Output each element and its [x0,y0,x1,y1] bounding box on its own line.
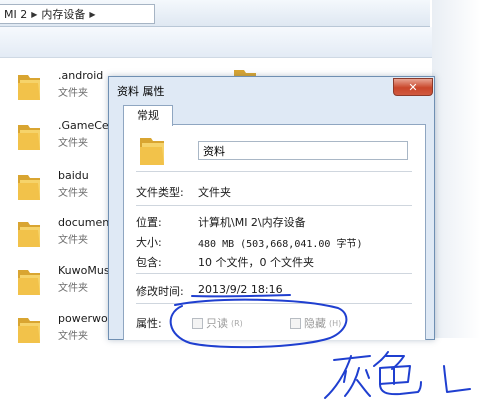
file-name: powerwor [58,312,113,325]
folder-icon [140,138,164,165]
file-name: KuwoMusi [58,264,113,277]
size-label: 大小: [136,236,162,249]
divider [136,205,412,206]
file-type: 文件夹 [58,138,88,149]
tab-general[interactable]: 常规 [123,105,173,126]
type-value: 文件夹 [198,186,231,199]
toolbar [0,27,432,58]
file-type: 文件夹 [58,331,88,342]
size-value: 480 MB (503,668,041.00 字节) [198,239,363,250]
modified-value: 2013/9/2 18:16 [198,283,283,296]
type-label: 文件类型: [136,186,184,199]
file-name: document [58,216,114,229]
dialog-title: 资料 属性 [117,85,165,98]
window-edge [432,0,480,338]
file-name: baidu [58,169,89,182]
readonly-shortcut: (R) [231,318,243,328]
properties-dialog: 资料 属性 ✕ 常规 文件类型: 文件夹 位置: 计算机\MI 2\内存设备 大… [108,76,435,340]
divider [136,303,412,304]
general-panel: 文件类型: 文件夹 位置: 计算机\MI 2\内存设备 大小: 480 MB (… [123,124,426,340]
breadcrumb[interactable]: MI 2 ▶ 内存设备 ▶ [0,4,155,24]
contains-label: 包含: [136,256,162,269]
hidden-shortcut: (H) [329,318,342,328]
folder-icon [18,318,40,343]
folder-icon [18,125,40,150]
location-label: 位置: [136,216,162,229]
hidden-label: 隐藏 [304,317,326,330]
contains-value: 10 个文件，0 个文件夹 [198,256,314,269]
list-item[interactable]: baidu 文件夹 [16,166,116,206]
folder-icon [18,222,40,247]
list-item[interactable]: KuwoMusi 文件夹 [16,261,116,301]
chevron-right-icon[interactable]: ▶ [31,10,37,19]
breadcrumb-item-internal-storage[interactable]: 内存设备 [41,6,85,22]
file-type: 文件夹 [58,88,88,99]
folder-icon [18,75,40,100]
readonly-checkbox[interactable]: 只读 (R) [192,315,243,331]
list-item[interactable]: .android 文件夹 [16,66,116,106]
folder-icon [18,175,40,200]
file-type: 文件夹 [58,235,88,246]
file-type: 文件夹 [58,188,88,199]
location-value: 计算机\MI 2\内存设备 [198,216,306,229]
divider [136,273,412,274]
file-name: .android [58,69,104,82]
folder-name-input[interactable] [198,141,408,160]
breadcrumb-item-mi2[interactable]: MI 2 [4,8,27,21]
divider [136,171,412,172]
hidden-checkbox[interactable]: 隐藏 (H) [290,315,341,331]
chevron-right-icon[interactable]: ▶ [89,10,95,19]
list-item[interactable]: .GameCen 文件夹 [16,116,116,156]
address-bar[interactable]: MI 2 ▶ 内存设备 ▶ [0,0,430,27]
close-button[interactable]: ✕ [393,78,433,96]
modified-label: 修改时间: [136,285,184,298]
folder-icon [18,270,40,295]
file-type: 文件夹 [58,283,88,294]
dialog-titlebar[interactable]: 资料 属性 ✕ [109,77,434,103]
list-item[interactable]: document 文件夹 [16,213,116,253]
readonly-label: 只读 [206,317,228,330]
checkbox-box[interactable] [192,317,203,329]
attributes-label: 属性: [136,317,162,330]
list-item[interactable]: powerwor 文件夹 [16,309,116,349]
checkbox-box[interactable] [290,317,301,329]
